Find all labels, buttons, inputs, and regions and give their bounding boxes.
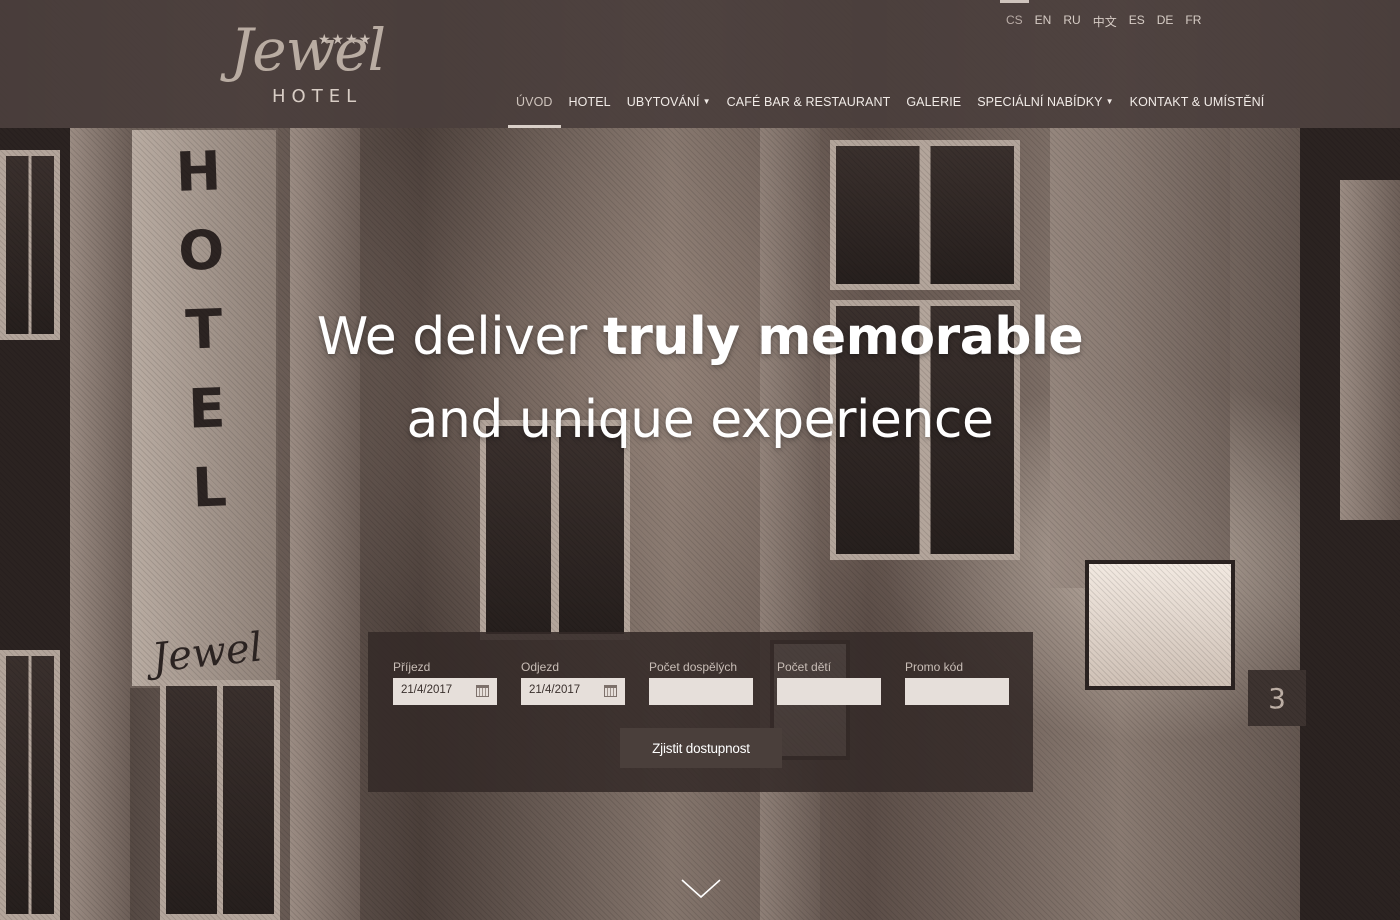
arrival-date-value: 21/4/2017 (401, 684, 453, 696)
nav-item-label: HOTEL (568, 95, 611, 109)
promo-field: Promo kód (905, 660, 1009, 705)
lang-fr[interactable]: FR (1179, 12, 1207, 30)
hotel-logo[interactable]: ★★★★ Jewel HOTEL (230, 14, 400, 114)
departure-date-input[interactable]: 21/4/2017 (521, 678, 625, 705)
sign-letter: H (174, 139, 223, 204)
promo-code-input[interactable] (905, 678, 1009, 705)
caret-down-icon: ▼ (702, 97, 711, 106)
booking-form: Příjezd 21/4/2017 Odjezd 21/4/2017 Počet… (368, 632, 1033, 792)
departure-label: Odjezd (521, 660, 560, 674)
departure-date-value: 21/4/2017 (529, 684, 581, 696)
language-switcher: CS EN RU 中文 ES DE FR (1000, 0, 1207, 30)
building-shadow (1300, 128, 1400, 920)
lang-ru[interactable]: RU (1057, 12, 1086, 30)
caret-down-icon: ▼ (1105, 97, 1114, 106)
children-input[interactable] (777, 678, 881, 705)
nav-item-kontakt[interactable]: KONTAKT & UMÍSTĚNÍ (1122, 82, 1273, 128)
departure-field: Odjezd 21/4/2017 (521, 660, 625, 705)
lang-zh[interactable]: 中文 (1087, 12, 1123, 30)
building-window (160, 680, 280, 920)
calendar-icon[interactable] (476, 685, 489, 697)
sign-letter: O (177, 218, 226, 283)
arrival-date-input[interactable]: 21/4/2017 (393, 678, 497, 705)
nav-item-galerie[interactable]: GALERIE (898, 82, 969, 128)
calendar-icon[interactable] (604, 685, 617, 697)
headline-line-1: We deliver truly memorable (0, 300, 1400, 374)
lang-cs[interactable]: CS (1000, 0, 1029, 30)
nav-item-hotel[interactable]: HOTEL (561, 82, 619, 128)
adults-field: Počet dospělých (649, 660, 753, 705)
logo-subtitle: HOTEL (272, 86, 363, 107)
headline-part-1: We deliver (316, 307, 603, 367)
nav-item-label: CAFÉ BAR & RESTAURANT (726, 95, 891, 109)
building-pillar (70, 128, 130, 920)
building-shadow (0, 128, 70, 920)
nav-item-label: UBYTOVÁNÍ (626, 95, 700, 109)
nav-item-specialni-nabidky[interactable]: SPECIÁLNÍ NABÍDKY ▼ (969, 82, 1121, 128)
children-field: Počet dětí (777, 660, 881, 705)
lang-de[interactable]: DE (1151, 12, 1180, 30)
nav-item-label: ÚVOD (516, 95, 553, 109)
nav-item-label: GALERIE (906, 95, 962, 109)
adults-label: Počet dospělých (649, 660, 738, 674)
building-pillar (290, 128, 360, 920)
children-label: Počet dětí (777, 660, 832, 674)
site-header: ★★★★ Jewel HOTEL CS EN RU 中文 ES DE FR ÚV… (0, 0, 1400, 128)
nav-item-label: KONTAKT & UMÍSTĚNÍ (1129, 95, 1265, 109)
building-pillar (760, 128, 820, 920)
headline-line-2: and unique experience (406, 390, 994, 450)
building-window (830, 140, 1020, 290)
building-window (0, 650, 60, 920)
nav-item-uvod[interactable]: ÚVOD (508, 82, 561, 128)
promo-label: Promo kód (905, 660, 964, 674)
street-lantern (1085, 560, 1235, 690)
nav-item-label: SPECIÁLNÍ NABÍDKY (977, 95, 1103, 109)
logo-script: Jewel (230, 16, 386, 84)
hotel-sign-script: Jewel (149, 624, 265, 682)
check-availability-button[interactable]: Zjistit dostupnost (620, 728, 782, 768)
headline-bold: truly memorable (602, 307, 1084, 367)
chevron-down-icon[interactable] (680, 878, 722, 900)
lang-es[interactable]: ES (1123, 12, 1151, 30)
lang-en[interactable]: EN (1029, 12, 1058, 30)
hero-headline: We deliver truly memorable and unique ex… (0, 300, 1400, 466)
adults-input[interactable] (649, 678, 753, 705)
nav-item-cafe-bar[interactable]: CAFÉ BAR & RESTAURANT (719, 82, 899, 128)
house-number: 3 (1248, 670, 1306, 726)
arrival-field: Příjezd 21/4/2017 (393, 660, 497, 705)
chevron-down-svg (681, 879, 721, 899)
arrival-label: Příjezd (393, 660, 431, 674)
nav-item-ubytovani[interactable]: UBYTOVÁNÍ ▼ (619, 82, 719, 128)
main-nav: ÚVOD HOTEL UBYTOVÁNÍ ▼ CAFÉ BAR & RESTAUR… (508, 82, 1272, 128)
